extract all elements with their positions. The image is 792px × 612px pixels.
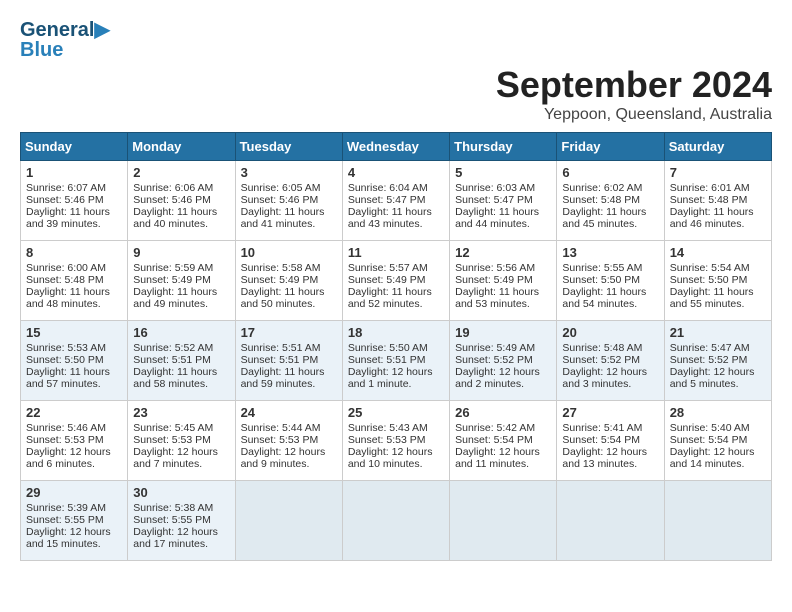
table-row: 16Sunrise: 5:52 AMSunset: 5:51 PMDayligh… (128, 321, 235, 401)
table-row: 22Sunrise: 5:46 AMSunset: 5:53 PMDayligh… (21, 401, 128, 481)
table-row (664, 481, 771, 561)
col-wednesday: Wednesday (342, 133, 449, 161)
calendar: Sunday Monday Tuesday Wednesday Thursday… (20, 132, 772, 561)
table-row: 14Sunrise: 5:54 AMSunset: 5:50 PMDayligh… (664, 241, 771, 321)
table-row: 19Sunrise: 5:49 AMSunset: 5:52 PMDayligh… (450, 321, 557, 401)
table-row: 7Sunrise: 6:01 AMSunset: 5:48 PMDaylight… (664, 161, 771, 241)
col-tuesday: Tuesday (235, 133, 342, 161)
table-row (557, 481, 664, 561)
table-row: 4Sunrise: 6:04 AMSunset: 5:47 PMDaylight… (342, 161, 449, 241)
table-row: 17Sunrise: 5:51 AMSunset: 5:51 PMDayligh… (235, 321, 342, 401)
header: September 2024 Yeppoon, Queensland, Aust… (20, 64, 772, 124)
table-row: 30Sunrise: 5:38 AMSunset: 5:55 PMDayligh… (128, 481, 235, 561)
table-row: 12Sunrise: 5:56 AMSunset: 5:49 PMDayligh… (450, 241, 557, 321)
col-saturday: Saturday (664, 133, 771, 161)
table-row: 23Sunrise: 5:45 AMSunset: 5:53 PMDayligh… (128, 401, 235, 481)
table-row (450, 481, 557, 561)
table-row: 15Sunrise: 5:53 AMSunset: 5:50 PMDayligh… (21, 321, 128, 401)
table-row: 5Sunrise: 6:03 AMSunset: 5:47 PMDaylight… (450, 161, 557, 241)
table-row: 3Sunrise: 6:05 AMSunset: 5:46 PMDaylight… (235, 161, 342, 241)
table-row: 1Sunrise: 6:07 AMSunset: 5:46 PMDaylight… (21, 161, 128, 241)
table-row: 27Sunrise: 5:41 AMSunset: 5:54 PMDayligh… (557, 401, 664, 481)
table-row: 24Sunrise: 5:44 AMSunset: 5:53 PMDayligh… (235, 401, 342, 481)
table-row: 13Sunrise: 5:55 AMSunset: 5:50 PMDayligh… (557, 241, 664, 321)
table-row: 28Sunrise: 5:40 AMSunset: 5:54 PMDayligh… (664, 401, 771, 481)
month-year: September 2024 (20, 64, 772, 106)
table-row: 10Sunrise: 5:58 AMSunset: 5:49 PMDayligh… (235, 241, 342, 321)
logo-container: General▶ Blue (20, 20, 772, 60)
table-row: 20Sunrise: 5:48 AMSunset: 5:52 PMDayligh… (557, 321, 664, 401)
table-row: 21Sunrise: 5:47 AMSunset: 5:52 PMDayligh… (664, 321, 771, 401)
table-row: 18Sunrise: 5:50 AMSunset: 5:51 PMDayligh… (342, 321, 449, 401)
col-sunday: Sunday (21, 133, 128, 161)
table-row: 2Sunrise: 6:06 AMSunset: 5:46 PMDaylight… (128, 161, 235, 241)
table-row: 26Sunrise: 5:42 AMSunset: 5:54 PMDayligh… (450, 401, 557, 481)
table-row: 8Sunrise: 6:00 AMSunset: 5:48 PMDaylight… (21, 241, 128, 321)
table-row: 25Sunrise: 5:43 AMSunset: 5:53 PMDayligh… (342, 401, 449, 481)
table-row (235, 481, 342, 561)
table-row: 6Sunrise: 6:02 AMSunset: 5:48 PMDaylight… (557, 161, 664, 241)
logo: General▶ Blue (20, 20, 110, 60)
col-thursday: Thursday (450, 133, 557, 161)
col-monday: Monday (128, 133, 235, 161)
location: Yeppoon, Queensland, Australia (20, 106, 772, 124)
col-friday: Friday (557, 133, 664, 161)
table-row (342, 481, 449, 561)
table-row: 29Sunrise: 5:39 AMSunset: 5:55 PMDayligh… (21, 481, 128, 561)
table-row: 11Sunrise: 5:57 AMSunset: 5:49 PMDayligh… (342, 241, 449, 321)
table-row: 9Sunrise: 5:59 AMSunset: 5:49 PMDaylight… (128, 241, 235, 321)
